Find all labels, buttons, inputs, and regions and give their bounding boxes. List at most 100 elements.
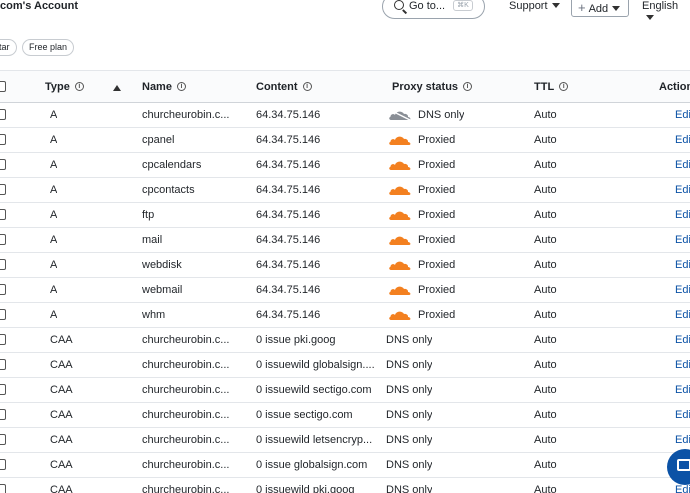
edit-link[interactable]: Edit: [675, 378, 690, 402]
column-header-content[interactable]: Content i: [256, 71, 312, 102]
table-row: Acpanel 64.34.75.146 Proxied Auto Edit: [0, 128, 690, 153]
proxied-cloud-icon[interactable]: [388, 159, 412, 171]
language-button[interactable]: English: [642, 0, 690, 24]
info-icon[interactable]: i: [74, 82, 84, 91]
account-title: com's Account: [0, 0, 78, 12]
edit-link[interactable]: Edit: [675, 103, 690, 127]
dns-only-cloud-icon[interactable]: [388, 109, 412, 121]
goto-search-box[interactable]: Go to... ⌘K: [382, 0, 485, 19]
row-checkbox[interactable]: [0, 484, 6, 493]
table-row: Achurcheurobin.c... 64.34.75.146 DNS only A…: [0, 103, 690, 128]
record-ttl: Auto: [534, 159, 557, 171]
record-ttl: Auto: [534, 384, 557, 396]
record-content: 0 issuewild letsencryp...: [256, 434, 373, 446]
chevron-down-icon: [646, 15, 654, 20]
row-checkbox[interactable]: [0, 459, 6, 470]
edit-link[interactable]: Edit: [675, 153, 690, 177]
select-all-checkbox[interactable]: [0, 80, 6, 92]
content-header-label: Content: [256, 80, 298, 93]
edit-link[interactable]: Edit: [675, 353, 690, 377]
table-row: Awebmail 64.34.75.146 Proxied Auto Edit: [0, 278, 690, 303]
type-header-label: Type: [45, 80, 70, 93]
record-name: mail: [142, 234, 163, 246]
column-header-ttl[interactable]: TTL i: [534, 71, 569, 102]
info-icon[interactable]: i: [559, 82, 569, 91]
record-type: CAA: [50, 359, 73, 371]
proxy-status: Proxied: [388, 203, 455, 227]
proxy-status: DNS only: [388, 103, 464, 127]
filter-pill[interactable]: tar: [0, 39, 17, 56]
add-button[interactable]: + Add: [571, 0, 629, 17]
info-icon[interactable]: i: [463, 82, 473, 91]
support-button[interactable]: Support: [509, 0, 560, 12]
proxied-cloud-icon[interactable]: [388, 234, 412, 246]
table-row: CAA churcheurobin.c... 0 issuewild pki.goo…: [0, 478, 690, 493]
row-checkbox[interactable]: [0, 234, 6, 245]
column-header-name[interactable]: Name i: [142, 71, 186, 102]
record-ttl: Auto: [534, 234, 557, 246]
column-header-type[interactable]: Type i: [45, 71, 84, 102]
proxy-status: DNS only: [386, 403, 432, 427]
row-checkbox[interactable]: [0, 184, 6, 195]
info-icon[interactable]: i: [302, 82, 312, 91]
edit-link[interactable]: Edit: [675, 278, 690, 302]
edit-link[interactable]: Edit: [675, 128, 690, 152]
table-header: Type i Name i Content i Proxy status i TTL i …: [0, 70, 690, 103]
proxy-status: DNS only: [386, 478, 432, 493]
record-content: 64.34.75.146: [256, 234, 321, 246]
edit-link[interactable]: Edit: [675, 303, 690, 327]
record-name: cpanel: [142, 134, 175, 146]
edit-link[interactable]: Edit: [675, 228, 690, 252]
proxy-status: Proxied: [388, 278, 455, 302]
column-header-actions: Action: [659, 71, 690, 102]
table-row: CAA churcheurobin.c... 0 issuewild globals…: [0, 353, 690, 378]
proxied-cloud-icon[interactable]: [388, 284, 412, 296]
row-checkbox[interactable]: [0, 409, 6, 420]
proxy-status-label: DNS only: [386, 459, 433, 471]
record-ttl: Auto: [534, 459, 557, 471]
proxy-status-label: Proxied: [418, 234, 456, 246]
record-ttl: Auto: [534, 259, 557, 271]
row-checkbox[interactable]: [0, 359, 6, 370]
row-checkbox[interactable]: [0, 334, 6, 345]
proxied-cloud-icon[interactable]: [388, 309, 412, 321]
row-checkbox[interactable]: [0, 434, 6, 445]
row-checkbox[interactable]: [0, 284, 6, 295]
row-checkbox[interactable]: [0, 259, 6, 270]
row-checkbox[interactable]: [0, 384, 6, 395]
shortcut-key: ⌘K: [453, 0, 473, 11]
proxy-status-label: Proxied: [418, 209, 456, 221]
table-row: CAA churcheurobin.c... 0 issue pki.goog DNS…: [0, 328, 690, 353]
row-checkbox[interactable]: [0, 134, 6, 145]
proxied-cloud-icon[interactable]: [388, 209, 412, 221]
record-content: 64.34.75.146: [256, 309, 321, 321]
info-icon[interactable]: i: [176, 82, 186, 91]
proxied-cloud-icon[interactable]: [388, 184, 412, 196]
proxied-cloud-icon[interactable]: [388, 259, 412, 271]
record-ttl: Auto: [534, 484, 557, 493]
edit-link[interactable]: Edit: [675, 203, 690, 227]
row-checkbox[interactable]: [0, 209, 6, 220]
row-checkbox[interactable]: [0, 309, 6, 320]
record-name: webmail: [142, 284, 183, 296]
column-header-proxy-status[interactable]: Proxy status i: [392, 71, 473, 102]
table-row: Acpcalendars 64.34.75.146 Proxied Auto Edit: [0, 153, 690, 178]
proxy-status-label: DNS only: [386, 384, 433, 396]
record-name: churcheurobin.c...: [142, 384, 230, 396]
edit-link[interactable]: Edit: [675, 178, 690, 202]
record-type: A: [50, 134, 58, 146]
goto-label: Go to...: [409, 0, 446, 12]
record-content: 64.34.75.146: [256, 134, 321, 146]
proxied-cloud-icon[interactable]: [388, 134, 412, 146]
record-type: A: [50, 209, 58, 221]
edit-link[interactable]: Edit: [675, 403, 690, 427]
proxy-status-label: DNS only: [418, 109, 465, 121]
edit-link[interactable]: Edit: [675, 253, 690, 277]
plan-pill[interactable]: Free plan: [22, 39, 75, 56]
row-checkbox[interactable]: [0, 159, 6, 170]
sort-ascending-icon[interactable]: [113, 85, 121, 91]
edit-link[interactable]: Edit: [675, 328, 690, 352]
table-row: CAA churcheurobin.c... 0 issue globalsign.…: [0, 453, 690, 478]
row-checkbox[interactable]: [0, 109, 6, 120]
record-type: CAA: [50, 459, 73, 471]
